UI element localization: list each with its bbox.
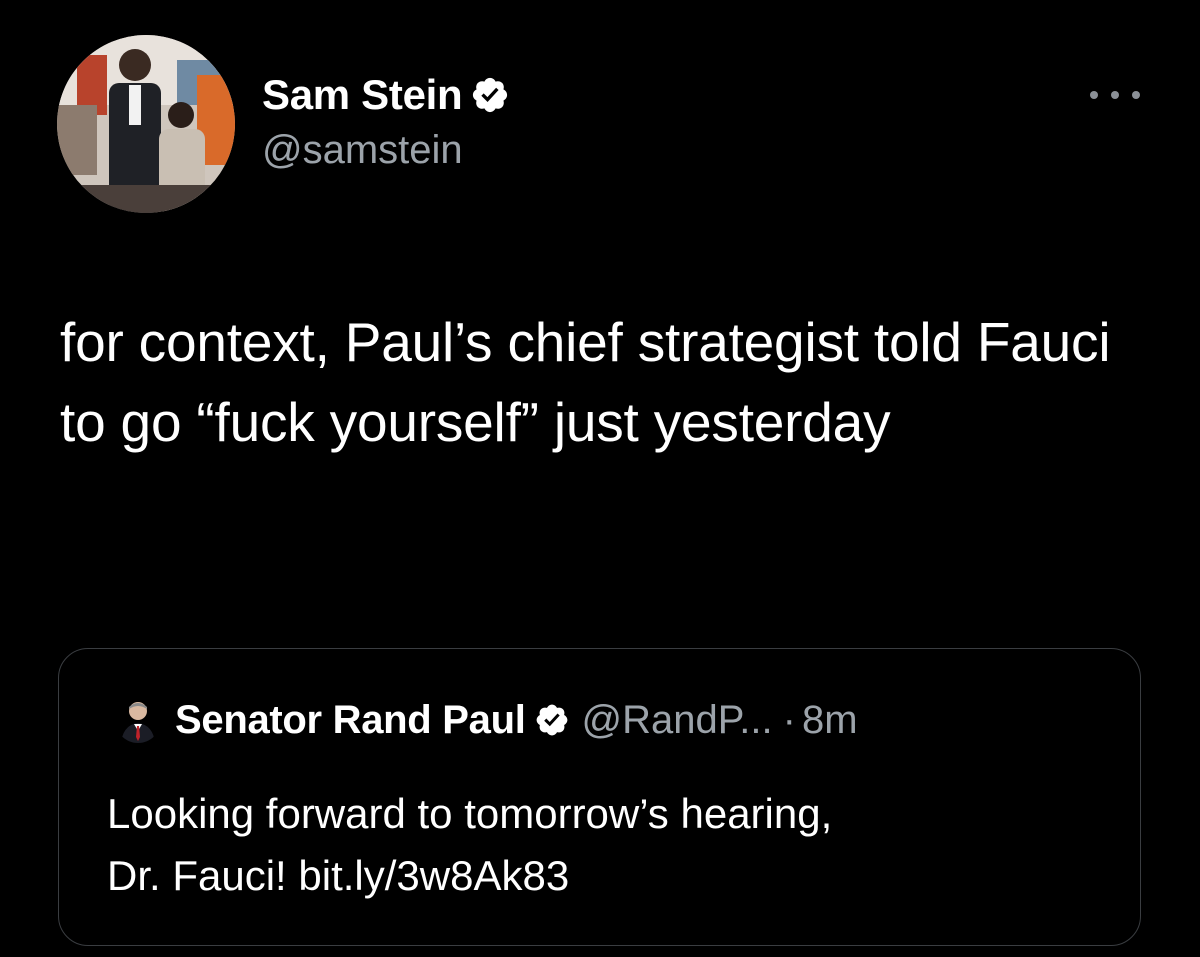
avatar-photo bbox=[57, 35, 235, 213]
author-avatar[interactable] bbox=[57, 35, 235, 213]
quoted-tweet-header: Senator Rand Paul @RandP... · 8m bbox=[115, 697, 858, 743]
more-dot bbox=[1090, 91, 1098, 99]
author-name-row: Sam Stein bbox=[262, 68, 510, 122]
quoted-tweet-card[interactable]: Senator Rand Paul @RandP... · 8m Looking… bbox=[58, 648, 1141, 946]
author-handle[interactable]: @samstein bbox=[262, 128, 510, 173]
quoted-tweet-timestamp[interactable]: 8m bbox=[802, 698, 858, 743]
quoted-tweet-text-line: Looking forward to tomorrow’s hearing, bbox=[107, 790, 833, 837]
verified-badge-icon bbox=[470, 75, 510, 115]
author-display-name[interactable]: Sam Stein bbox=[262, 71, 463, 119]
more-dot bbox=[1111, 91, 1119, 99]
quoted-author-display-name[interactable]: Senator Rand Paul bbox=[175, 698, 526, 743]
verified-badge-icon bbox=[534, 702, 570, 738]
more-dot bbox=[1132, 91, 1140, 99]
tweet-text: for context, Paul’s chief strategist tol… bbox=[60, 311, 1111, 453]
author-info: Sam Stein @samstein bbox=[262, 68, 510, 173]
tweet: Sam Stein @samstein for context, Paul’s … bbox=[0, 0, 1200, 957]
separator-dot: · bbox=[782, 697, 796, 742]
quoted-author-avatar[interactable] bbox=[115, 697, 161, 743]
quoted-author-handle[interactable]: @RandP... bbox=[582, 698, 773, 743]
more-options-icon[interactable] bbox=[1090, 80, 1140, 110]
quoted-tweet-text-line: Dr. Fauci! bit.ly/3w8Ak83 bbox=[107, 852, 570, 899]
quoted-tweet-text: Looking forward to tomorrow’s hearing, D… bbox=[107, 783, 1107, 907]
